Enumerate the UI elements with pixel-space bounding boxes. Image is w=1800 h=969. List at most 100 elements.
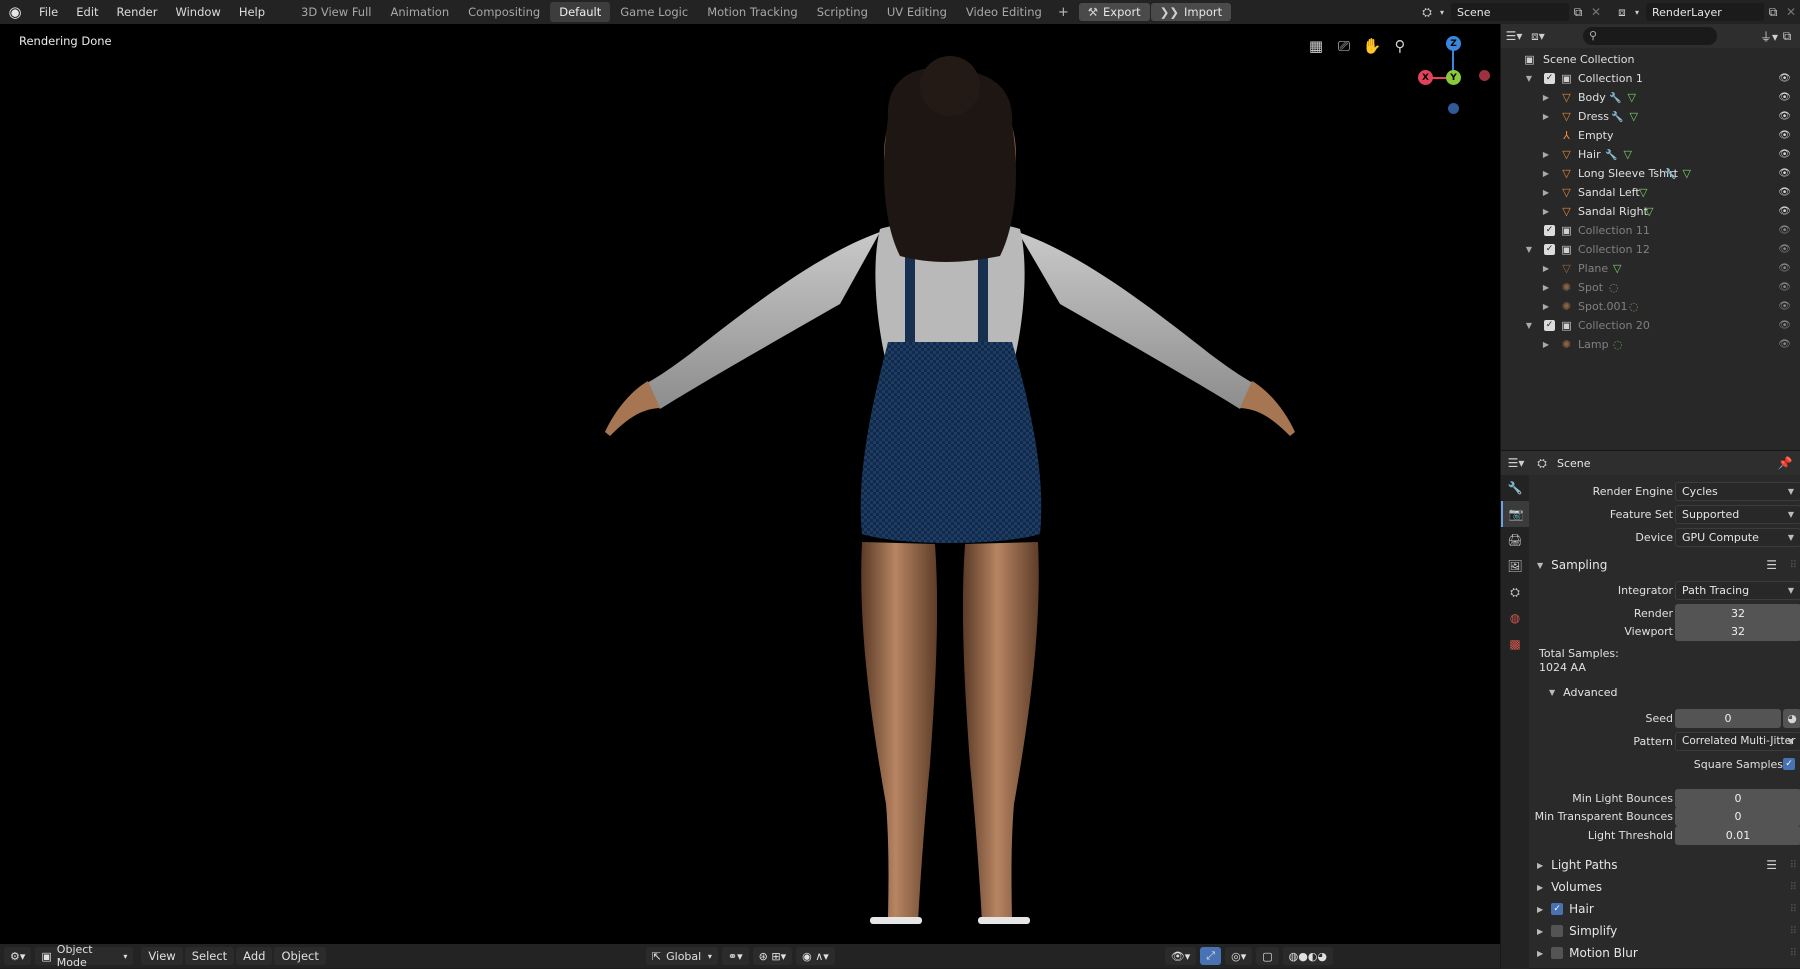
visibility-eye-icon[interactable]: 👁 [1778, 320, 1791, 331]
scene-type-icon[interactable]: ⛭ [1418, 3, 1436, 21]
render-engine-dropdown[interactable]: Cycles ▼ [1675, 481, 1800, 501]
outliner-collection-row[interactable]: ▼ ✓ ▣ Collection 20 👁 [1501, 316, 1800, 335]
mesh-data-icon[interactable]: ▽ [1623, 148, 1631, 161]
gizmo-neg-z-dot[interactable] [1448, 103, 1459, 114]
modifier-wrench-icon[interactable]: 🔧 [1611, 112, 1623, 123]
xray-button[interactable]: ▢ [1256, 947, 1279, 965]
visibility-eye-icon[interactable]: 👁 [1778, 149, 1791, 160]
mesh-data-icon[interactable]: ▽ [1639, 186, 1647, 199]
3d-viewport[interactable]: Rendering Done ▦ ⎚ ✋ ⚲ Z X Y [0, 24, 1500, 944]
gizmo-z-axis[interactable]: Z [1446, 36, 1461, 51]
tab-motion-tracking[interactable]: Motion Tracking [698, 2, 807, 22]
view-layer-icon[interactable]: ⧈ [1613, 3, 1631, 21]
pin-icon[interactable]: 📌 [1776, 454, 1794, 472]
delete-view-layer-icon[interactable]: ✕ [1782, 3, 1800, 21]
gizmo-y-axis[interactable]: Y [1446, 70, 1461, 85]
volumes-panel-header[interactable]: ▶ Volumes ⠿ [1529, 876, 1800, 898]
expand-arrow-icon[interactable]: ▶ [1541, 150, 1551, 159]
device-dropdown[interactable]: GPU Compute ▼ [1675, 527, 1800, 547]
light-data-icon[interactable]: ◌ [1609, 281, 1619, 294]
output-tab-icon[interactable]: 🖨 [1501, 527, 1529, 553]
visibility-eye-icon[interactable]: 👁 [1778, 282, 1791, 293]
export-button[interactable]: ⚒ Export [1078, 3, 1150, 21]
motion-blur-drag-grip-icon[interactable]: ⠿ [1790, 948, 1797, 959]
hair-panel-header[interactable]: ▶ ✓ Hair ⠿ [1529, 898, 1800, 920]
gizmo-toggle-button[interactable]: ⤢ [1200, 947, 1222, 965]
overlay-button[interactable]: ◎▾ [1225, 947, 1253, 965]
outliner-object-row[interactable]: ▶ ▽ Plane ▽ 👁 [1501, 259, 1800, 278]
seed-animate-button[interactable]: ◕ [1783, 708, 1800, 728]
outliner-object-row[interactable]: ▶ ✺ Spot.001 ◌ 👁 [1501, 297, 1800, 316]
mesh-data-icon[interactable]: ▽ [1645, 205, 1653, 218]
outliner-object-row[interactable]: ▶ ▽ Sandal Left ▽ 👁 [1501, 183, 1800, 202]
grid-toggle-icon[interactable]: ▦ [1306, 36, 1326, 56]
simplify-checkbox[interactable] [1551, 925, 1564, 937]
pan-hand-icon[interactable]: ✋ [1362, 36, 1382, 56]
filter-icon[interactable]: ⏚▾ [1760, 27, 1778, 45]
visibility-eye-icon[interactable]: 👁 [1778, 168, 1791, 179]
menu-render[interactable]: Render [108, 0, 167, 24]
feature-set-dropdown[interactable]: Supported ▼ [1675, 504, 1800, 524]
light-data-icon[interactable]: ◌ [1613, 338, 1623, 351]
collection-exclude-checkbox[interactable]: ✓ [1544, 73, 1555, 84]
collapse-arrow-icon[interactable]: ▼ [1524, 245, 1534, 254]
proportional-edit-button[interactable]: ◉ ∧▾ [796, 947, 835, 965]
modifier-wrench-icon[interactable]: 🔧 [1609, 93, 1621, 104]
modifier-wrench-icon[interactable]: 🔧 [1664, 169, 1676, 180]
outliner-collection-row[interactable]: ▼ ✓ ▣ Collection 12 👁 [1501, 240, 1800, 259]
visibility-eye-icon[interactable]: 👁 [1778, 130, 1791, 141]
menu-help[interactable]: Help [230, 0, 274, 24]
navigation-gizmo[interactable]: Z X Y [1405, 30, 1500, 120]
expand-arrow-icon[interactable]: ▶ [1541, 112, 1551, 121]
collapse-arrow-icon[interactable]: ▼ [1524, 321, 1534, 330]
mode-selector[interactable]: ▣ Object Mode ▾ [35, 943, 134, 969]
blender-logo-icon[interactable]: ◉ [0, 0, 30, 24]
view-layer-dropdown-icon[interactable]: ▾ [1631, 3, 1643, 21]
square-samples-checkbox[interactable]: ✓ [1783, 758, 1795, 770]
scene-tab-icon[interactable]: ⛭ [1501, 579, 1529, 605]
simplify-panel-header[interactable]: ▶ Simplify ⠿ [1529, 920, 1800, 942]
menu-file[interactable]: File [30, 0, 67, 24]
modifier-wrench-icon[interactable]: 🔧 [1605, 150, 1617, 161]
sampling-presets-icon[interactable]: ☰ [1766, 558, 1777, 572]
light-threshold-field[interactable]: 0.01 [1675, 825, 1800, 845]
expand-arrow-icon[interactable]: ▶ [1541, 264, 1551, 273]
view-layer-selector[interactable]: RenderLayer [1646, 3, 1764, 21]
visibility-eye-icon[interactable]: 👁 [1778, 73, 1791, 84]
menu-view[interactable]: View [141, 947, 183, 965]
viewport-samples-field[interactable]: 32 [1675, 621, 1800, 641]
mesh-data-icon[interactable]: ▽ [1627, 91, 1635, 104]
scene-selector[interactable]: Scene [1451, 3, 1569, 21]
outliner-object-row[interactable]: ▶ ▽ Body 🔧 ▽ 👁 [1501, 88, 1800, 107]
add-workspace-button[interactable]: + [1052, 5, 1075, 20]
snap-button[interactable]: ⊛ ⊞▾ [752, 947, 793, 965]
light-paths-drag-grip-icon[interactable]: ⠿ [1790, 860, 1797, 871]
outliner-root[interactable]: ▣ Scene Collection [1501, 50, 1800, 69]
collapse-arrow-icon[interactable]: ▼ [1524, 74, 1534, 83]
pattern-dropdown[interactable]: Correlated Multi-Jitter ▼ [1675, 731, 1800, 751]
expand-arrow-icon[interactable]: ▶ [1541, 340, 1551, 349]
volumes-drag-grip-icon[interactable]: ⠿ [1790, 882, 1797, 893]
expand-arrow-icon[interactable]: ▶ [1541, 283, 1551, 292]
new-view-layer-icon[interactable]: ⧉ [1764, 3, 1782, 21]
gizmo-neg-x-dot[interactable] [1479, 70, 1490, 81]
import-button[interactable]: ❯❯ Import [1150, 3, 1232, 21]
hair-drag-grip-icon[interactable]: ⠿ [1790, 904, 1797, 915]
advanced-subpanel-header[interactable]: ▼ Advanced [1529, 681, 1800, 703]
properties-editor-type-icon[interactable]: ☰▾ [1507, 454, 1525, 472]
pivot-button[interactable]: ⚭▾ [721, 947, 749, 965]
expand-arrow-icon[interactable]: ▶ [1541, 169, 1551, 178]
transform-orientation-selector[interactable]: ⇱ Global ▾ [645, 947, 718, 965]
seed-field[interactable]: 0 [1675, 708, 1781, 728]
visibility-eye-icon[interactable]: 👁 [1778, 244, 1791, 255]
outliner-object-row[interactable]: ⅄ Empty 👁 [1501, 126, 1800, 145]
min-light-bounces-field[interactable]: 0 [1675, 788, 1800, 808]
outliner-object-row[interactable]: ▶ ▽ Long Sleeve Tshirt 🔧 ▽ 👁 [1501, 164, 1800, 183]
gizmo-x-axis[interactable]: X [1418, 70, 1433, 85]
editor-type-button[interactable]: ⚙▾ [4, 947, 32, 965]
tool-tab-icon[interactable]: 🔧 [1501, 475, 1529, 501]
outliner-object-row[interactable]: ▶ ✺ Lamp ◌ 👁 [1501, 335, 1800, 354]
simplify-drag-grip-icon[interactable]: ⠿ [1790, 926, 1797, 937]
render-tab-icon[interactable]: 📷 [1501, 501, 1529, 527]
light-paths-panel-header[interactable]: ▶ Light Paths ☰ ⠿ [1529, 854, 1800, 876]
